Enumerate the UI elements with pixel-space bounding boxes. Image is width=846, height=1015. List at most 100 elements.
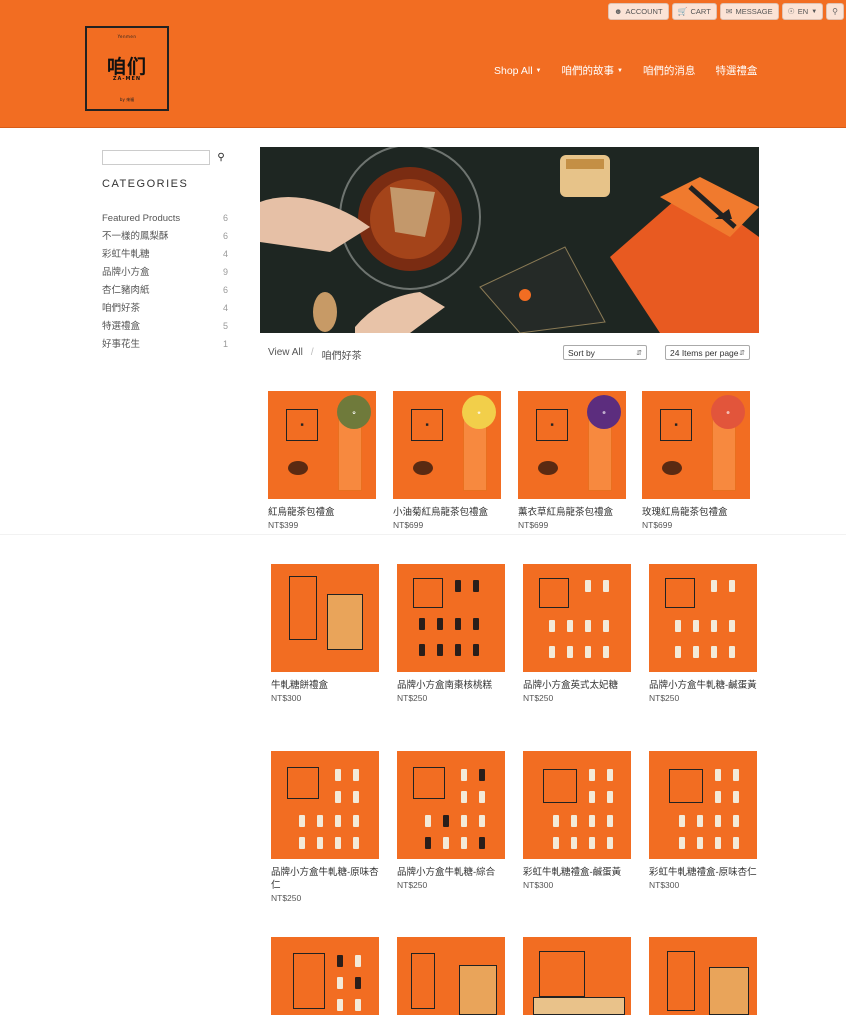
search-icon: ⚲ — [832, 7, 838, 16]
product-image[interactable] — [271, 564, 379, 672]
logo-top-text: Yenmen — [117, 34, 137, 39]
product-price: NT$300 — [649, 880, 680, 890]
category-gift-boxes[interactable]: 特選禮盒 5 — [102, 320, 228, 333]
product-name[interactable]: 薰衣草紅烏龍茶包禮盒 — [518, 506, 626, 519]
nav-news[interactable]: 咱們的消息 — [643, 63, 696, 78]
product-card[interactable]: 品牌小方盒牛軋糖-綜合 NT$250 — [397, 751, 505, 891]
product-card[interactable]: ■ ✿ 紅烏龍茶包禮盒 NT$399 — [268, 391, 376, 531]
category-name: 不一樣的鳳梨酥 — [102, 231, 169, 242]
product-name[interactable]: 牛軋糖餅禮盒 — [271, 679, 379, 692]
product-name[interactable]: 品牌小方盒牛軋糖-綜合 — [397, 866, 505, 879]
account-button[interactable]: ☻ ACCOUNT — [608, 3, 669, 20]
account-label: ACCOUNT — [625, 7, 663, 16]
product-card[interactable] — [523, 937, 631, 1015]
rose-badge-icon: ❁ — [711, 395, 745, 429]
user-icon: ☻ — [614, 7, 623, 16]
message-label: MESSAGE — [735, 7, 773, 16]
utility-bar: ☻ ACCOUNT 🛒 CART ✉ MESSAGE ☉ EN ▼ ⚲ — [608, 3, 846, 20]
product-name[interactable]: 彩虹牛軋糖禮盒-原味杏仁 — [649, 866, 757, 879]
product-image[interactable] — [271, 751, 379, 859]
product-name[interactable]: 品牌小方盒英式太妃糖 — [523, 679, 631, 692]
category-name: Featured Products — [102, 213, 181, 224]
header-search-button[interactable]: ⚲ — [826, 3, 844, 20]
category-name: 咱們好茶 — [102, 303, 141, 314]
nav-label: 咱們的消息 — [642, 65, 696, 77]
product-name[interactable]: 小油菊紅烏龍茶包禮盒 — [393, 506, 501, 519]
nav-gift-boxes[interactable]: 特選禮盒 — [715, 63, 757, 78]
product-card[interactable]: ■ ❀ 小油菊紅烏龍茶包禮盒 NT$699 — [393, 391, 501, 531]
nav-label: 特選禮盒 — [715, 65, 758, 77]
nav-shop-all[interactable]: Shop All ▼ — [494, 63, 541, 78]
product-image[interactable] — [523, 751, 631, 859]
product-card[interactable]: ■ ❁ 薰衣草紅烏龍茶包禮盒 NT$699 — [518, 391, 626, 531]
product-price: NT$699 — [393, 520, 424, 530]
product-image[interactable] — [271, 937, 379, 1015]
brand-logo[interactable]: Yenmen 咱们 ZA-MEN by 來福 — [85, 26, 169, 111]
product-name[interactable]: 玫瑰紅烏龍茶包禮盒 — [642, 506, 750, 519]
product-image[interactable] — [397, 937, 505, 1015]
category-brand-box[interactable]: 品牌小方盒 9 — [102, 266, 228, 279]
product-card[interactable]: 品牌小方盒牛軋糖-原味杏仁 NT$250 — [271, 751, 379, 904]
product-card[interactable]: 品牌小方盒英式太妃糖 NT$250 — [523, 564, 631, 704]
chrysanthemum-badge-icon: ❀ — [462, 395, 496, 429]
logo-subtitle: ZA-MEN — [112, 76, 142, 82]
product-card[interactable]: 品牌小方盒南棗核桃糕 NT$250 — [397, 564, 505, 704]
category-name: 品牌小方盒 — [102, 267, 150, 278]
main-nav: Shop All ▼ 咱們的故事 ▼ 咱們的消息 特選禮盒 — [494, 63, 757, 78]
category-name: 彩虹牛軋糖 — [102, 249, 150, 260]
product-image[interactable] — [649, 937, 757, 1015]
product-card[interactable]: 牛軋糖餅禮盒 NT$300 — [271, 564, 379, 704]
product-name[interactable]: 紅烏龍茶包禮盒 — [268, 506, 376, 519]
search-input[interactable] — [102, 150, 210, 165]
product-card[interactable] — [397, 937, 505, 1015]
product-name[interactable]: 品牌小方盒牛軋糖-鹹蛋黃 — [649, 679, 757, 692]
cart-button[interactable]: 🛒 CART — [671, 3, 717, 20]
product-image[interactable] — [397, 564, 505, 672]
language-button[interactable]: ☉ EN ▼ — [781, 3, 824, 20]
category-good-tea[interactable]: 咱們好茶 4 — [102, 302, 228, 315]
category-peanuts[interactable]: 好事花生 1 — [102, 338, 228, 351]
product-image[interactable] — [523, 564, 631, 672]
category-count: 9 — [222, 267, 228, 277]
leaf-badge-icon: ✿ — [337, 395, 371, 429]
product-card[interactable]: 品牌小方盒牛軋糖-鹹蛋黃 NT$250 — [649, 564, 757, 704]
chevron-updown-icon: ⇵ — [739, 349, 745, 357]
category-almond-pork-paper[interactable]: 杏仁豬肉紙 6 — [102, 284, 228, 297]
product-card[interactable] — [649, 937, 757, 1015]
lavender-badge-icon: ❁ — [587, 395, 621, 429]
category-featured-products[interactable]: Featured Products 6 — [102, 212, 228, 225]
product-name[interactable]: 品牌小方盒南棗核桃糕 — [397, 679, 505, 692]
category-count: 6 — [222, 213, 228, 223]
search-icon[interactable]: ⚲ — [215, 150, 227, 165]
product-image[interactable] — [523, 937, 631, 1015]
product-image[interactable]: ■ ✿ — [268, 391, 376, 499]
product-card[interactable] — [271, 937, 379, 1015]
product-price: NT$399 — [268, 520, 299, 530]
category-list: Featured Products 6 不一樣的鳳梨酥 6 彩虹牛軋糖 4 品牌… — [102, 212, 228, 356]
product-name[interactable]: 品牌小方盒牛軋糖-原味杏仁 — [271, 866, 379, 892]
product-price: NT$250 — [271, 893, 302, 903]
product-price: NT$250 — [649, 693, 680, 703]
product-image[interactable] — [649, 751, 757, 859]
category-count: 6 — [222, 285, 228, 295]
product-image[interactable]: ■ ❀ — [393, 391, 501, 499]
sort-select[interactable]: Sort by ⇵ — [563, 345, 647, 360]
nav-our-story[interactable]: 咱們的故事 ▼ — [561, 63, 622, 78]
category-rainbow-nougat[interactable]: 彩虹牛軋糖 4 — [102, 248, 228, 261]
breadcrumb-view-all[interactable]: View All — [268, 347, 303, 362]
product-image[interactable] — [397, 751, 505, 859]
product-image[interactable]: ■ ❁ — [518, 391, 626, 499]
row-divider — [0, 534, 846, 535]
category-count: 5 — [222, 321, 228, 331]
breadcrumb-separator: / — [310, 347, 314, 358]
message-button[interactable]: ✉ MESSAGE — [719, 3, 779, 20]
product-image[interactable]: ■ ❁ — [642, 391, 750, 499]
items-per-page-select[interactable]: 24 Items per page ⇵ — [665, 345, 750, 360]
chevron-updown-icon: ⇵ — [636, 349, 642, 357]
product-card[interactable]: 彩虹牛軋糖禮盒-鹹蛋黃 NT$300 — [523, 751, 631, 891]
product-name[interactable]: 彩虹牛軋糖禮盒-鹹蛋黃 — [523, 866, 631, 879]
product-image[interactable] — [649, 564, 757, 672]
product-card[interactable]: ■ ❁ 玫瑰紅烏龍茶包禮盒 NT$699 — [642, 391, 750, 531]
product-card[interactable]: 彩虹牛軋糖禮盒-原味杏仁 NT$300 — [649, 751, 757, 891]
category-pineapple-cake[interactable]: 不一樣的鳳梨酥 6 — [102, 230, 228, 243]
